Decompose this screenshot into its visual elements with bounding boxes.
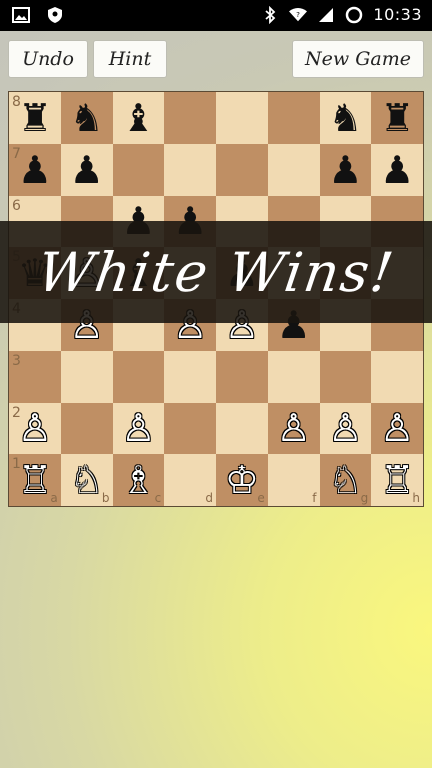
square-g2[interactable]: ♙	[319, 402, 372, 455]
square-a7[interactable]: 7 ♟	[9, 143, 61, 196]
square-h1[interactable]: h ♖	[371, 454, 423, 506]
square-e2[interactable]	[216, 402, 268, 455]
square-g7[interactable]: ♟	[319, 143, 372, 196]
black-piece[interactable]: ♞	[328, 99, 362, 137]
square-g8[interactable]: ♞	[319, 92, 372, 144]
white-piece[interactable]: ♙	[328, 409, 362, 447]
rank-label: 8	[12, 94, 21, 110]
square-b2[interactable]	[60, 402, 113, 455]
shield-icon	[46, 6, 64, 24]
white-piece[interactable]: ♙	[121, 409, 155, 447]
black-piece[interactable]: ♟	[380, 151, 414, 189]
square-c7[interactable]	[112, 143, 165, 196]
black-piece[interactable]: ♜	[18, 99, 52, 137]
square-h2[interactable]: ♙	[371, 402, 423, 455]
rank-label: 3	[12, 352, 21, 369]
white-piece[interactable]: ♗	[121, 461, 155, 499]
sync-icon	[345, 6, 363, 24]
rank-label: 2	[12, 404, 21, 421]
file-label: g	[360, 491, 369, 505]
white-piece[interactable]: ♖	[18, 461, 52, 499]
square-c3[interactable]	[112, 350, 165, 403]
square-b8[interactable]: ♞	[60, 92, 113, 144]
black-piece[interactable]: ♟	[328, 151, 362, 189]
undo-button[interactable]: Undo	[8, 40, 88, 78]
black-piece[interactable]: ♟	[70, 151, 104, 189]
white-piece[interactable]: ♙	[18, 409, 52, 447]
wifi-icon: ?	[289, 6, 308, 24]
black-piece[interactable]: ♞	[70, 99, 104, 137]
file-label: b	[101, 491, 110, 505]
square-c1[interactable]: c ♗	[112, 454, 165, 506]
file-label: c	[154, 491, 162, 505]
square-h7[interactable]: ♟	[371, 143, 423, 196]
square-e7[interactable]	[216, 143, 268, 196]
square-a1[interactable]: 1 a ♖	[9, 454, 61, 506]
rank-label: 1	[12, 456, 21, 473]
status-bar: ? 10:33	[0, 0, 432, 31]
square-d7[interactable]	[164, 143, 216, 196]
white-piece[interactable]: ♘	[70, 461, 104, 499]
white-piece[interactable]: ♔	[225, 461, 259, 499]
file-label: e	[257, 491, 265, 505]
square-g3[interactable]	[319, 350, 372, 403]
black-piece[interactable]: ♟	[18, 151, 52, 189]
square-d8[interactable]	[164, 92, 216, 144]
hint-button[interactable]: Hint	[93, 40, 167, 78]
square-d3[interactable]	[164, 350, 216, 403]
image-icon	[12, 6, 30, 24]
square-a3[interactable]: 3	[9, 350, 61, 403]
file-label: f	[312, 491, 317, 505]
square-d1[interactable]: d	[164, 454, 216, 506]
square-h3[interactable]	[371, 350, 423, 403]
square-f8[interactable]	[267, 92, 320, 144]
black-piece[interactable]: ♝	[121, 99, 155, 137]
file-label: a	[50, 491, 58, 505]
white-piece[interactable]: ♖	[380, 461, 414, 499]
square-e1[interactable]: e ♔	[216, 454, 268, 506]
square-e8[interactable]	[216, 92, 268, 144]
square-e3[interactable]	[216, 350, 268, 403]
square-a8[interactable]: 8 ♜	[9, 92, 61, 144]
white-piece[interactable]: ♙	[277, 409, 311, 447]
square-f3[interactable]	[267, 350, 320, 403]
rank-label: 7	[12, 145, 21, 162]
svg-text:?: ?	[296, 9, 300, 18]
result-banner: White Wins!	[0, 221, 432, 323]
signal-icon	[317, 6, 335, 24]
result-text: White Wins!	[33, 240, 399, 304]
square-a2[interactable]: 2 ♙	[9, 402, 61, 455]
square-c2[interactable]: ♙	[112, 402, 165, 455]
square-c8[interactable]: ♝	[112, 92, 165, 144]
square-d2[interactable]	[164, 402, 216, 455]
square-h8[interactable]: ♜	[371, 92, 423, 144]
square-g1[interactable]: g ♘	[319, 454, 372, 506]
white-piece[interactable]: ♙	[380, 409, 414, 447]
black-piece[interactable]: ♜	[380, 99, 414, 137]
white-piece[interactable]: ♘	[328, 461, 362, 499]
square-f1[interactable]: f	[267, 454, 320, 506]
new-game-button[interactable]: New Game	[292, 40, 424, 78]
bluetooth-icon	[261, 5, 279, 24]
square-b1[interactable]: b ♘	[60, 454, 113, 506]
square-b3[interactable]	[60, 350, 113, 403]
file-label: h	[412, 491, 420, 505]
square-f2[interactable]: ♙	[267, 402, 320, 455]
square-b7[interactable]: ♟	[60, 143, 113, 196]
rank-label: 6	[12, 197, 21, 214]
clock: 10:33	[373, 5, 422, 24]
square-f7[interactable]	[267, 143, 320, 196]
file-label: d	[205, 491, 213, 505]
